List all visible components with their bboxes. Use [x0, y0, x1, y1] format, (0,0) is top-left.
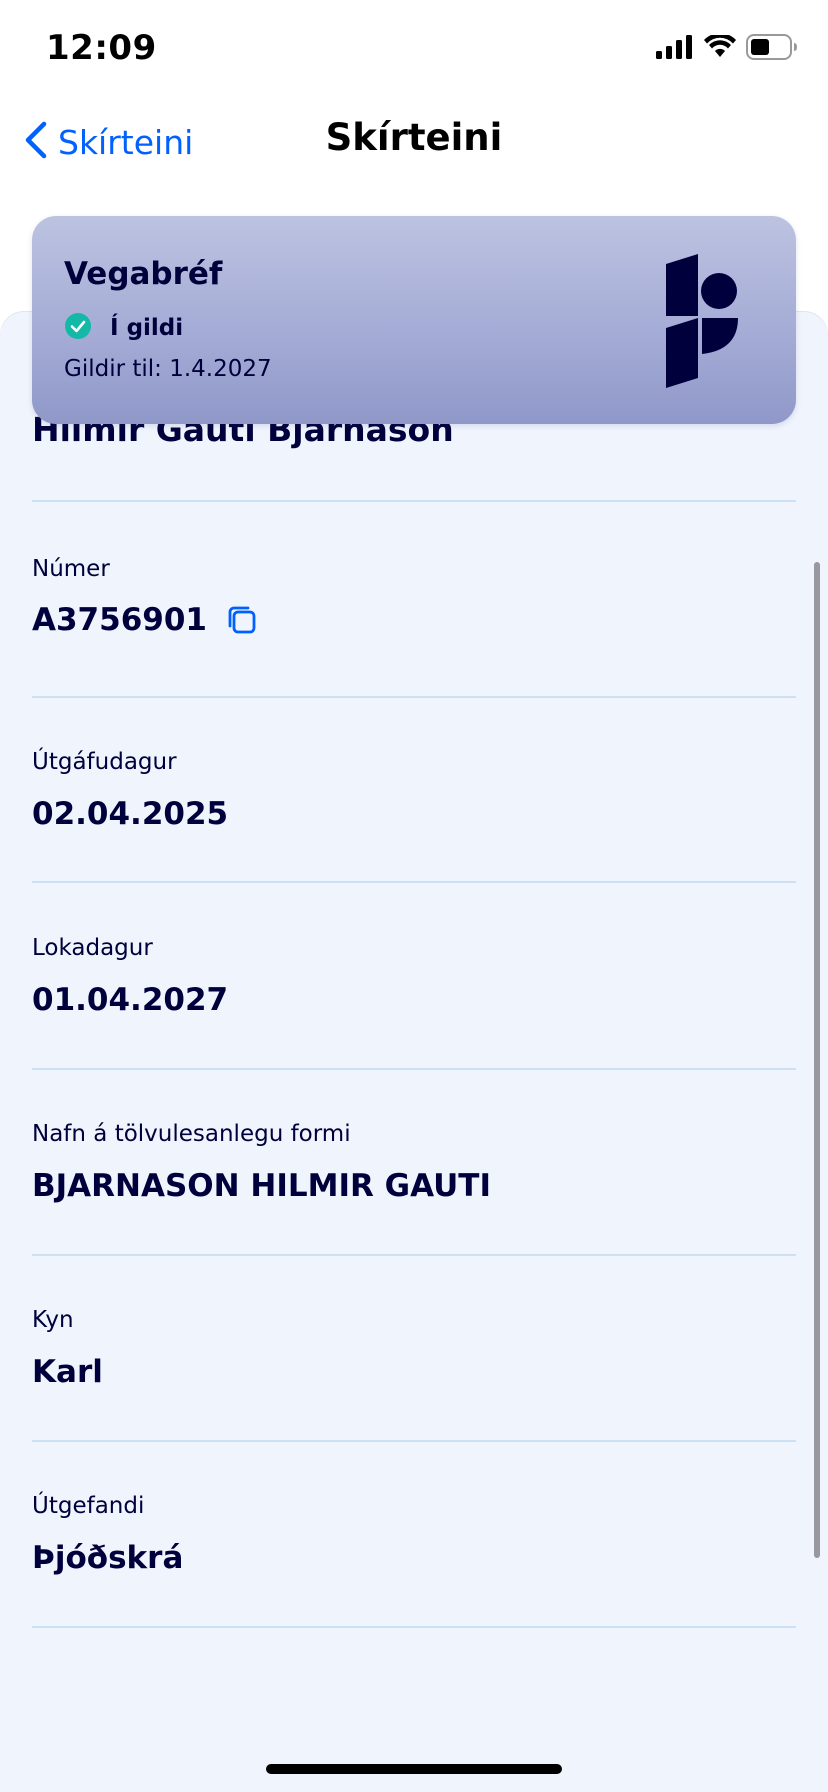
divider	[32, 881, 796, 883]
field-label-machine-readable-name: Nafn á tölvulesanlegu formi	[32, 1121, 351, 1147]
back-button-label: Skírteini	[58, 122, 194, 162]
wifi-icon	[704, 33, 736, 63]
status-icons	[656, 33, 798, 64]
status-time: 12:09	[46, 28, 157, 68]
details-sheet[interactable]: Hilmir Gauti Bjarnason Númer A3756901 Út…	[0, 312, 828, 1792]
field-value-number: A3756901	[32, 602, 259, 638]
card-title: Vegabréf	[64, 256, 223, 292]
field-value-sex: Karl	[32, 1354, 103, 1390]
copy-icon[interactable]	[225, 603, 259, 637]
field-label-expiry-date: Lokadagur	[32, 935, 153, 961]
field-value-issuer: Þjóðskrá	[32, 1540, 184, 1576]
card-valid-until: Gildir til: 1.4.2027	[64, 356, 272, 382]
battery-icon	[746, 34, 798, 64]
field-value-expiry-date: 01.04.2027	[32, 982, 229, 1018]
divider	[32, 696, 796, 698]
divider	[32, 500, 796, 502]
cellular-signal-icon	[656, 35, 694, 63]
field-label-issue-date: Útgáfudagur	[32, 749, 177, 775]
divider	[32, 1254, 796, 1256]
divider	[32, 1440, 796, 1442]
registers-iceland-logo	[664, 254, 740, 388]
field-label-number: Númer	[32, 556, 110, 582]
card-status-label: Í gildi	[110, 315, 184, 341]
scrollbar[interactable]	[814, 562, 820, 1558]
passport-card[interactable]: Vegabréf Í gildi Gildir til: 1.4.2027	[32, 216, 796, 424]
home-indicator[interactable]	[266, 1764, 562, 1774]
passport-number: A3756901	[32, 602, 207, 638]
back-button[interactable]: Skírteini	[22, 120, 193, 164]
divider	[32, 1068, 796, 1070]
divider	[32, 1626, 796, 1628]
field-label-sex: Kyn	[32, 1307, 74, 1333]
status-bar: 12:09	[0, 0, 828, 100]
nav-bar: Skírteini Skírteini	[0, 100, 828, 180]
field-value-machine-readable-name: BJARNASON HILMIR GAUTI	[32, 1168, 491, 1204]
field-label-issuer: Útgefandi	[32, 1493, 145, 1519]
check-circle-icon	[64, 312, 92, 344]
chevron-left-icon	[22, 120, 48, 164]
field-value-issue-date: 02.04.2025	[32, 796, 229, 832]
card-status: Í gildi	[64, 312, 183, 344]
